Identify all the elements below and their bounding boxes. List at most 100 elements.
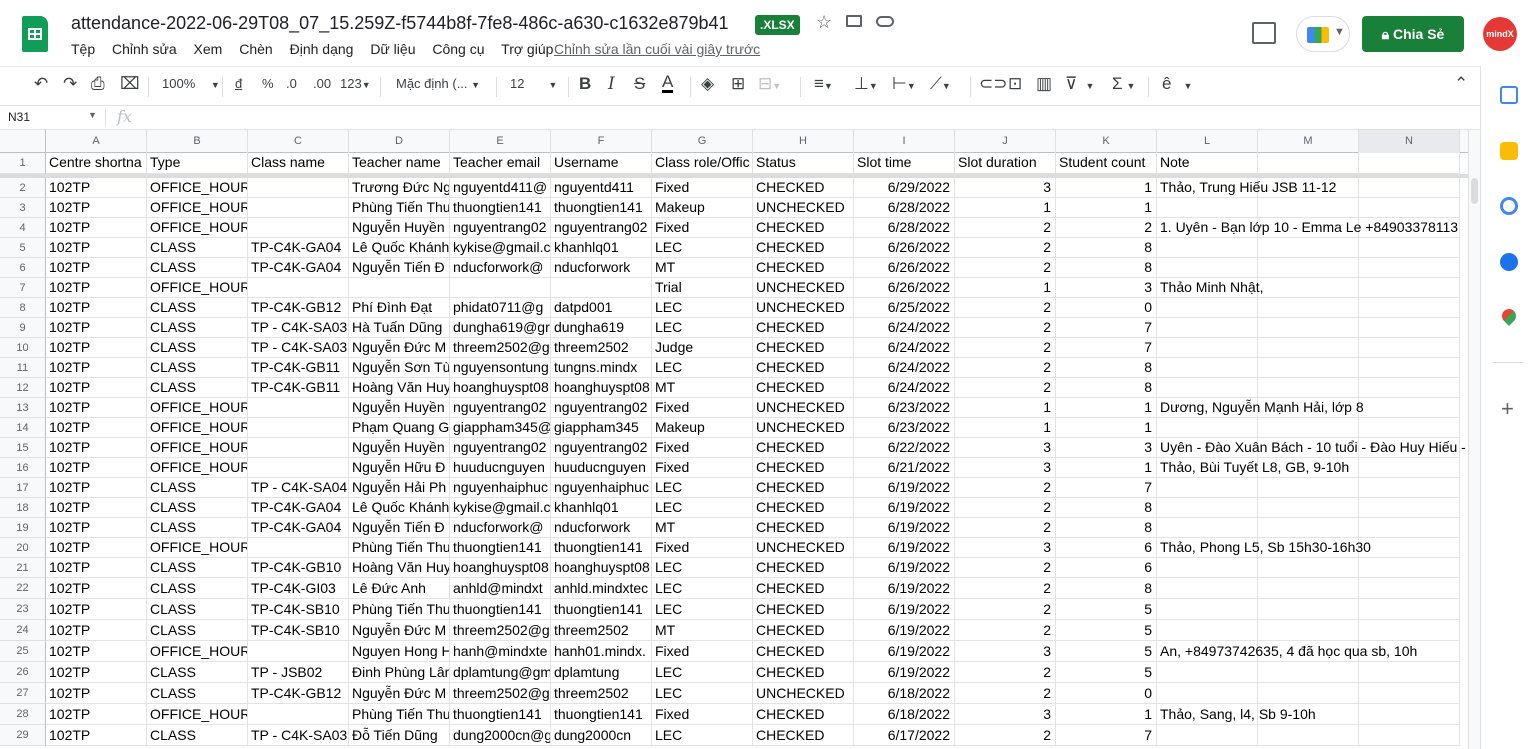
cell-a[interactable]: 102TP xyxy=(46,538,147,558)
menu-edit[interactable]: Chỉnh sửa xyxy=(112,41,177,57)
cell-k[interactable]: 6 xyxy=(1056,558,1157,578)
cell-j[interactable]: 2 xyxy=(955,683,1056,704)
cell-a[interactable]: 102TP xyxy=(46,338,147,358)
column-header[interactable]: G xyxy=(652,130,753,153)
cell-l[interactable] xyxy=(1157,338,1258,358)
cell-l[interactable]: Dương, Nguyễn Mạnh Hải, lớp 8 xyxy=(1157,398,1364,418)
row-number[interactable]: 10 xyxy=(0,338,46,358)
cell-a[interactable]: 102TP xyxy=(46,662,147,683)
text-rotation-icon[interactable]: ⟋▼ xyxy=(930,74,951,94)
row-number[interactable]: 22 xyxy=(0,578,46,599)
cell-c[interactable] xyxy=(248,218,349,238)
cell-d[interactable]: Nguyễn Đức M xyxy=(349,338,450,358)
cell-j[interactable]: 2 xyxy=(955,599,1056,620)
row-number[interactable]: 7 xyxy=(0,278,46,298)
empty-cell[interactable] xyxy=(1359,704,1460,725)
cell-a[interactable]: 102TP xyxy=(46,518,147,538)
empty-cell[interactable] xyxy=(1359,238,1460,258)
cell-e[interactable]: threem2502@g xyxy=(450,338,551,358)
cell-e[interactable]: anhld@mindxt xyxy=(450,578,551,599)
cell-d[interactable]: Phùng Tiến Thư xyxy=(349,538,450,558)
cell-k[interactable]: 8 xyxy=(1056,578,1157,599)
cell-j[interactable]: 3 xyxy=(955,704,1056,725)
cell-j[interactable]: 1 xyxy=(955,418,1056,438)
cell-c[interactable]: TP-C4K-GB12 xyxy=(248,683,349,704)
cell-a[interactable]: 102TP xyxy=(46,418,147,438)
cell-h[interactable]: CHECKED xyxy=(753,358,854,378)
last-edit-link[interactable]: Chỉnh sửa lần cuối vài giây trước xyxy=(554,41,760,57)
row-number[interactable]: 13 xyxy=(0,398,46,418)
increase-decimal-button[interactable]: .00 xyxy=(313,76,331,91)
cell-a[interactable]: 102TP xyxy=(46,599,147,620)
cell-f[interactable]: threem2502 xyxy=(551,338,652,358)
row-number[interactable]: 21 xyxy=(0,558,46,578)
cell-e[interactable]: dplamtung@gm xyxy=(450,662,551,683)
cell-a[interactable]: 102TP xyxy=(46,358,147,378)
empty-cell[interactable] xyxy=(1258,725,1359,746)
empty-cell[interactable] xyxy=(1258,378,1359,398)
row-number[interactable]: 6 xyxy=(0,258,46,278)
empty-cell[interactable] xyxy=(1359,558,1460,578)
empty-cell[interactable] xyxy=(1258,338,1359,358)
filter-icon[interactable]: ⊽ ▼ xyxy=(1065,74,1094,94)
row-number[interactable]: 15 xyxy=(0,438,46,458)
cell-l[interactable] xyxy=(1157,258,1258,278)
empty-cell[interactable] xyxy=(1258,578,1359,599)
fill-color-icon[interactable]: ◈ xyxy=(701,74,714,94)
cell-h[interactable]: CHECKED xyxy=(753,378,854,398)
header-cell[interactable]: Teacher email xyxy=(450,153,551,174)
empty-cell[interactable] xyxy=(1258,278,1359,298)
italic-icon[interactable]: I xyxy=(608,74,615,94)
row-number[interactable]: 27 xyxy=(0,683,46,704)
cell-l[interactable]: Thảo, Trung Hiếu JSB 11-12 xyxy=(1157,178,1336,198)
empty-cell[interactable] xyxy=(1258,558,1359,578)
row-number[interactable]: 24 xyxy=(0,620,46,641)
cell-b[interactable]: OFFICE_HOURS xyxy=(147,458,248,478)
cell-b[interactable]: CLASS xyxy=(147,338,248,358)
empty-cell[interactable] xyxy=(1359,398,1460,418)
cell-g[interactable]: Fixed xyxy=(652,458,753,478)
cell-k[interactable]: 7 xyxy=(1056,478,1157,498)
cell-d[interactable]: Đinh Phùng Lâm xyxy=(349,662,450,683)
cell-a[interactable]: 102TP xyxy=(46,704,147,725)
cell-a[interactable]: 102TP xyxy=(46,218,147,238)
cell-e[interactable]: nguyentd411@ xyxy=(450,178,551,198)
cell-f[interactable]: nguyentd411 xyxy=(551,178,652,198)
cell-f[interactable]: threem2502 xyxy=(551,683,652,704)
cell-c[interactable]: TP - C4K-SA03 xyxy=(248,725,349,746)
cell-k[interactable]: 8 xyxy=(1056,358,1157,378)
cell-l[interactable] xyxy=(1157,498,1258,518)
cell-c[interactable] xyxy=(248,438,349,458)
empty-cell[interactable] xyxy=(1258,620,1359,641)
cell-i[interactable]: 6/19/2022 xyxy=(854,641,955,662)
empty-cell[interactable] xyxy=(1258,258,1359,278)
cell-a[interactable]: 102TP xyxy=(46,558,147,578)
cell-k[interactable]: 5 xyxy=(1056,620,1157,641)
header-cell[interactable]: Username xyxy=(551,153,652,174)
cell-c[interactable]: TP - C4K-SA04 xyxy=(248,478,349,498)
empty-cell[interactable] xyxy=(1258,238,1359,258)
cell-i[interactable]: 6/19/2022 xyxy=(854,538,955,558)
cell-g[interactable]: Fixed xyxy=(652,704,753,725)
name-box[interactable]: N31 xyxy=(8,110,30,124)
cell-j[interactable]: 2 xyxy=(955,725,1056,746)
column-header[interactable]: N xyxy=(1359,130,1460,153)
insert-comment-icon[interactable]: ⊡ xyxy=(1008,74,1022,94)
cell-k[interactable]: 6 xyxy=(1056,538,1157,558)
cell-g[interactable]: LEC xyxy=(652,662,753,683)
cell-f[interactable]: anhld.mindxtec xyxy=(551,578,652,599)
cell-b[interactable]: CLASS xyxy=(147,258,248,278)
select-all-corner[interactable] xyxy=(0,130,46,153)
frozen-row-divider[interactable] xyxy=(0,174,1468,178)
column-header[interactable]: L xyxy=(1157,130,1258,153)
menu-view[interactable]: Xem xyxy=(194,41,223,57)
cell-b[interactable]: CLASS xyxy=(147,558,248,578)
menu-help[interactable]: Trợ giúp xyxy=(501,41,553,57)
empty-cell[interactable] xyxy=(1359,418,1460,438)
cell-g[interactable]: LEC xyxy=(652,683,753,704)
cell-k[interactable]: 1 xyxy=(1056,198,1157,218)
cell-h[interactable]: UNCHECKED xyxy=(753,198,854,218)
cell-g[interactable]: Fixed xyxy=(652,641,753,662)
cell-a[interactable]: 102TP xyxy=(46,478,147,498)
cell-b[interactable]: OFFICE_HOURS xyxy=(147,438,248,458)
